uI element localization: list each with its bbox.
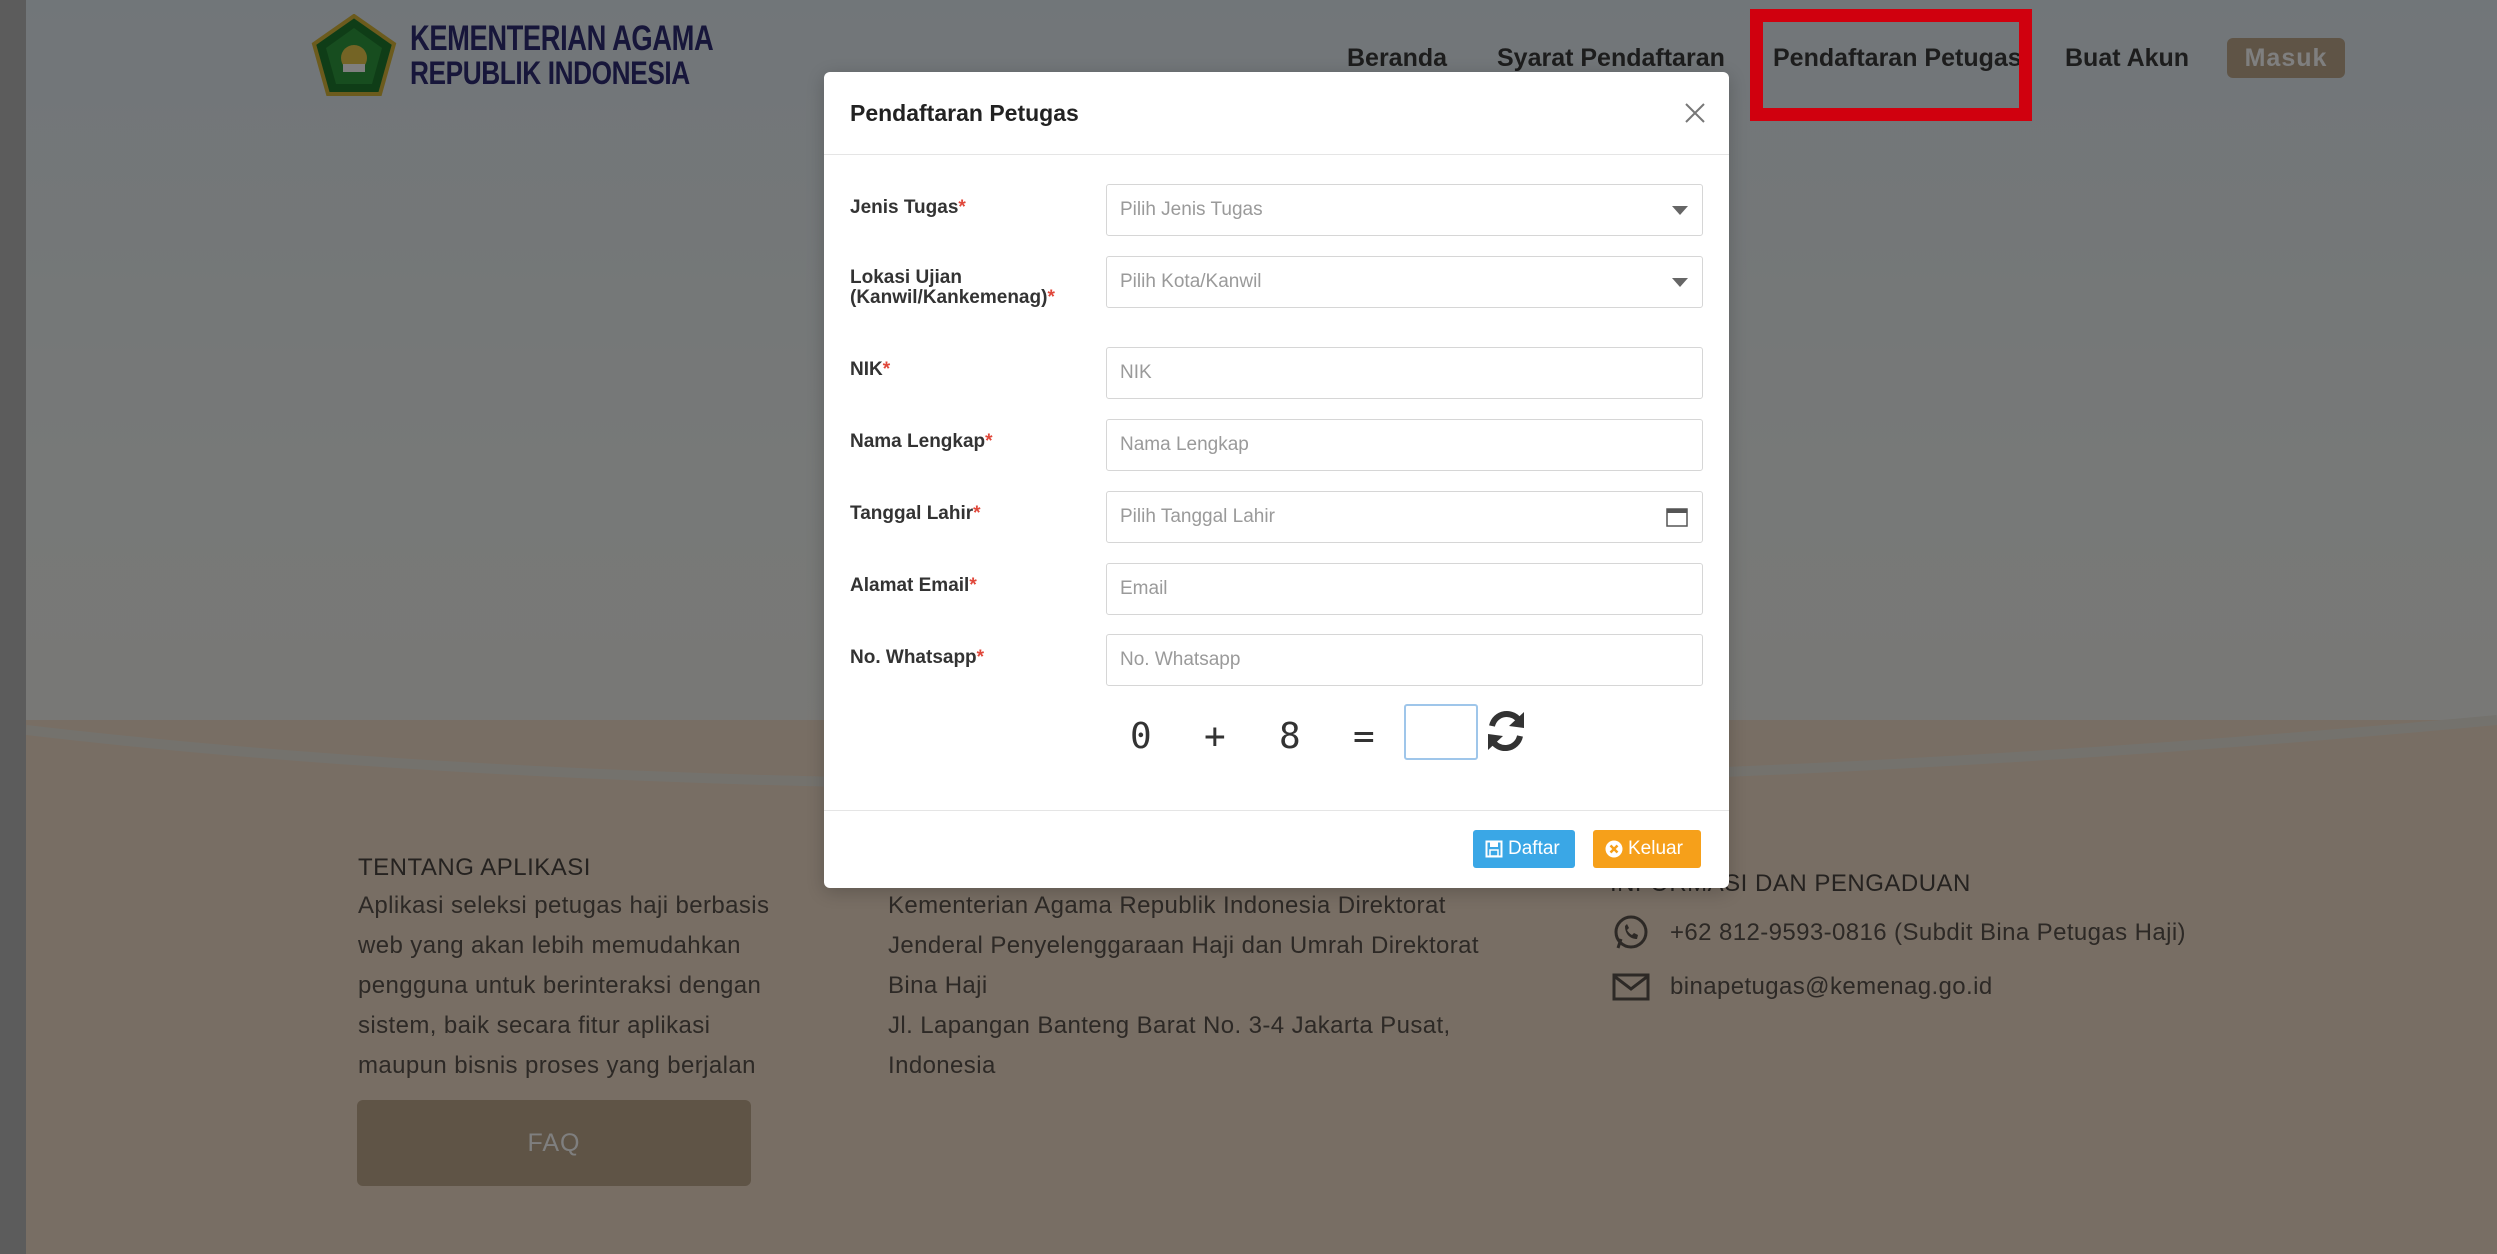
lokasi-label-line1: Lokasi Ujian [850,267,962,288]
captcha-operand-a: 0 [1130,716,1152,757]
nik-label-text: NIK [850,359,883,380]
times-circle-icon [1605,840,1623,858]
tanggal-input[interactable] [1120,493,1660,541]
modal-title: Pendaftaran Petugas [850,100,1079,126]
jenis-tugas-placeholder: Pilih Jenis Tugas [1120,199,1263,220]
nik-input[interactable] [1120,349,1660,397]
email-field[interactable] [1106,563,1703,615]
keluar-button[interactable]: Keluar [1593,830,1701,868]
required-mark: * [985,431,993,452]
highlight-box [1750,9,2032,121]
whatsapp-label: No. Whatsapp* [850,648,984,668]
tanggal-field[interactable] [1106,491,1703,543]
email-label: Alamat Email* [850,576,977,596]
lokasi-label-line2: (Kanwil/Kankemenag) [850,287,1048,308]
daftar-label: Daftar [1508,838,1560,859]
lokasi-label: Lokasi Ujian (Kanwil/Kankemenag)* [850,268,1055,308]
nama-input[interactable] [1120,421,1660,469]
email-input[interactable] [1120,565,1660,613]
keluar-label: Keluar [1628,838,1683,859]
required-mark: * [976,647,985,668]
chevron-down-icon [1672,278,1688,287]
required-mark: * [973,503,981,524]
chevron-down-icon [1672,206,1688,215]
nik-field[interactable] [1106,347,1703,399]
tanggal-label-text: Tanggal Lahir [850,503,974,524]
whatsapp-input[interactable] [1120,636,1660,684]
required-mark: * [1047,287,1055,308]
modal-header: Pendaftaran Petugas [824,72,1729,155]
lokasi-placeholder: Pilih Kota/Kanwil [1120,271,1262,292]
nik-label: NIK* [850,360,890,380]
captcha-operator: + [1204,716,1226,757]
calendar-icon[interactable] [1666,507,1688,527]
close-icon[interactable] [1680,98,1710,128]
jenis-tugas-label-text: Jenis Tugas [850,197,959,218]
nama-label-text: Nama Lengkap [850,431,986,452]
whatsapp-field[interactable] [1106,634,1703,686]
captcha-equals: = [1353,716,1375,757]
jenis-tugas-label: Jenis Tugas* [850,198,966,218]
required-mark: * [958,197,966,218]
registration-modal: Pendaftaran Petugas Jenis Tugas* Pilih J… [824,72,1729,888]
save-icon [1485,840,1503,858]
captcha-operand-b: 8 [1279,716,1301,757]
nama-field[interactable] [1106,419,1703,471]
tanggal-label: Tanggal Lahir* [850,504,981,524]
required-mark: * [969,575,977,596]
captcha-answer-input[interactable] [1404,704,1478,760]
required-mark: * [882,359,891,380]
jenis-tugas-select[interactable]: Pilih Jenis Tugas [1106,184,1703,236]
refresh-icon[interactable] [1484,708,1528,754]
nama-label: Nama Lengkap* [850,432,993,452]
lokasi-select[interactable]: Pilih Kota/Kanwil [1106,256,1703,308]
daftar-button[interactable]: Daftar [1473,830,1575,868]
whatsapp-label-text: No. Whatsapp [850,647,977,668]
email-label-text: Alamat Email [850,575,970,596]
